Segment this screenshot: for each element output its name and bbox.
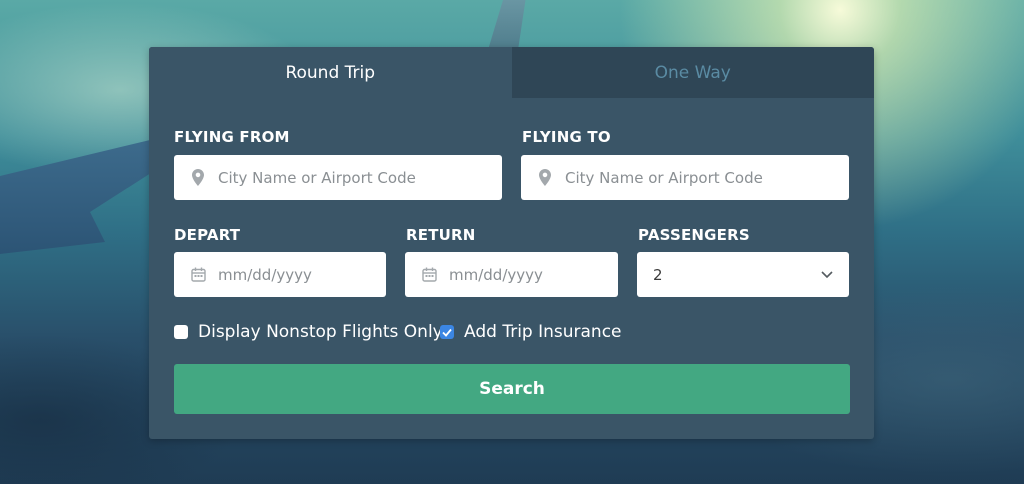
trip-insurance-checkbox[interactable] [440,325,454,339]
search-button[interactable]: Search [174,364,850,414]
flying-to-label: FLYING TO [522,128,611,146]
trip-insurance-checkbox-option[interactable]: Add Trip Insurance [440,322,622,342]
return-placeholder: mm/dd/yyyy [449,265,543,284]
chevron-down-icon [821,270,833,279]
flying-to-placeholder: City Name or Airport Code [565,168,763,187]
passengers-select[interactable]: 2 [637,252,849,297]
depart-label: DEPART [174,226,241,244]
flying-from-placeholder: City Name or Airport Code [218,168,416,187]
map-pin-icon [535,169,555,186]
passengers-value: 2 [653,265,663,284]
trip-insurance-checkbox-label: Add Trip Insurance [464,322,622,342]
depart-placeholder: mm/dd/yyyy [218,265,312,284]
flight-search-panel: Round Trip One Way FLYING FROM City Name… [149,47,874,439]
nonstop-checkbox-label: Display Nonstop Flights Only [198,322,443,342]
trip-type-tabs: Round Trip One Way [149,47,874,98]
flying-to-input[interactable]: City Name or Airport Code [521,155,849,200]
depart-date-input[interactable]: mm/dd/yyyy [174,252,386,297]
return-label: RETURN [406,226,476,244]
tab-one-way[interactable]: One Way [511,47,874,98]
tab-round-trip[interactable]: Round Trip [149,47,512,98]
nonstop-checkbox[interactable] [174,325,188,339]
checkmark-icon [442,328,452,337]
return-date-input[interactable]: mm/dd/yyyy [405,252,618,297]
passengers-label: PASSENGERS [638,226,750,244]
calendar-icon [419,267,439,282]
flying-from-input[interactable]: City Name or Airport Code [174,155,502,200]
nonstop-checkbox-option[interactable]: Display Nonstop Flights Only [174,322,443,342]
flying-from-label: FLYING FROM [174,128,290,146]
calendar-icon [188,267,208,282]
map-pin-icon [188,169,208,186]
